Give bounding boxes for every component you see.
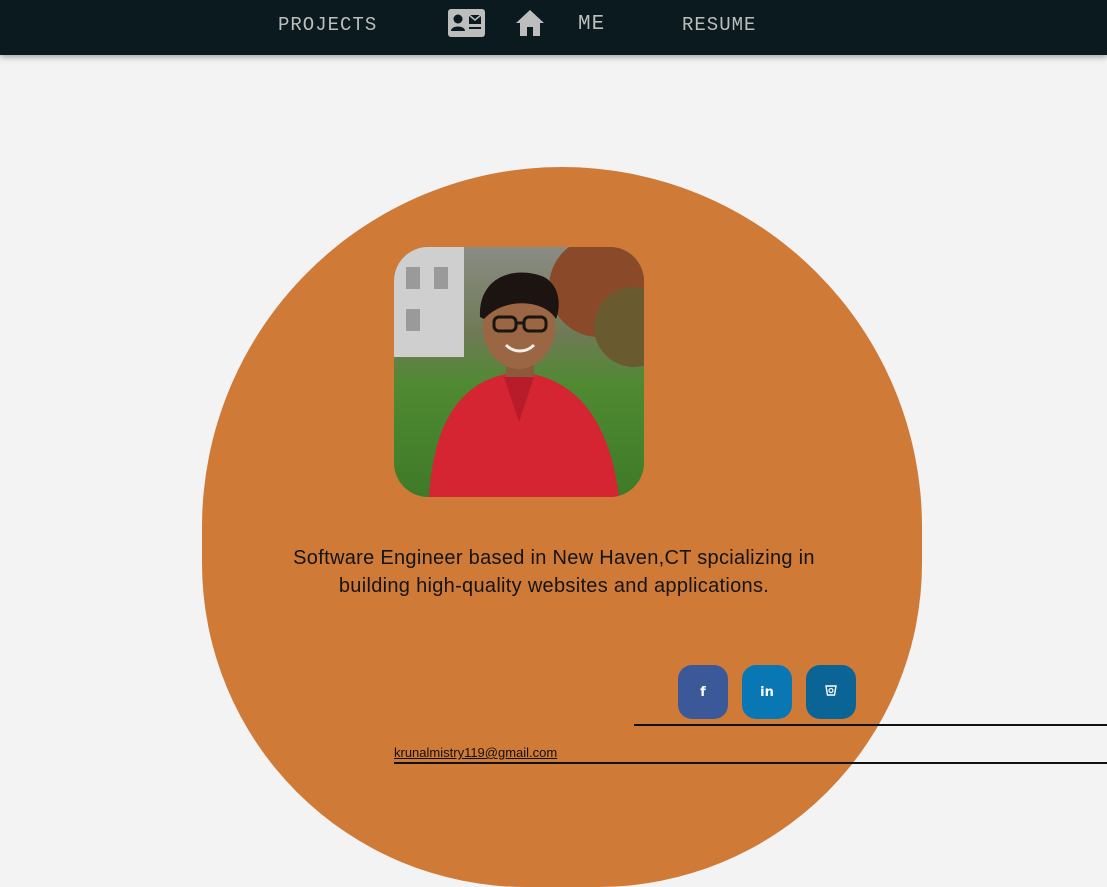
contact-card-icon[interactable] [448, 9, 485, 37]
nav-projects-link[interactable]: PROJECTS [278, 14, 377, 36]
nav-resume-link[interactable]: RESUME [682, 14, 756, 36]
home-icon[interactable] [514, 7, 546, 39]
email-link[interactable]: krunalmistry119@gmail.com [394, 745, 557, 760]
nav-me-link[interactable]: ME [578, 13, 605, 36]
bucket-button[interactable] [806, 665, 856, 719]
linkedin-button[interactable]: in [742, 665, 792, 719]
divider-line [394, 762, 1107, 764]
top-navbar: PROJECTS ME RESUME [0, 0, 1107, 55]
facebook-button[interactable]: f [678, 665, 728, 719]
bio-text: Software Engineer based in New Haven,CT … [293, 547, 815, 597]
facebook-icon: f [700, 684, 706, 700]
bucket-icon [825, 684, 837, 700]
divider-line [634, 724, 1107, 726]
linkedin-icon: in [760, 684, 774, 700]
profile-photo [394, 247, 644, 497]
